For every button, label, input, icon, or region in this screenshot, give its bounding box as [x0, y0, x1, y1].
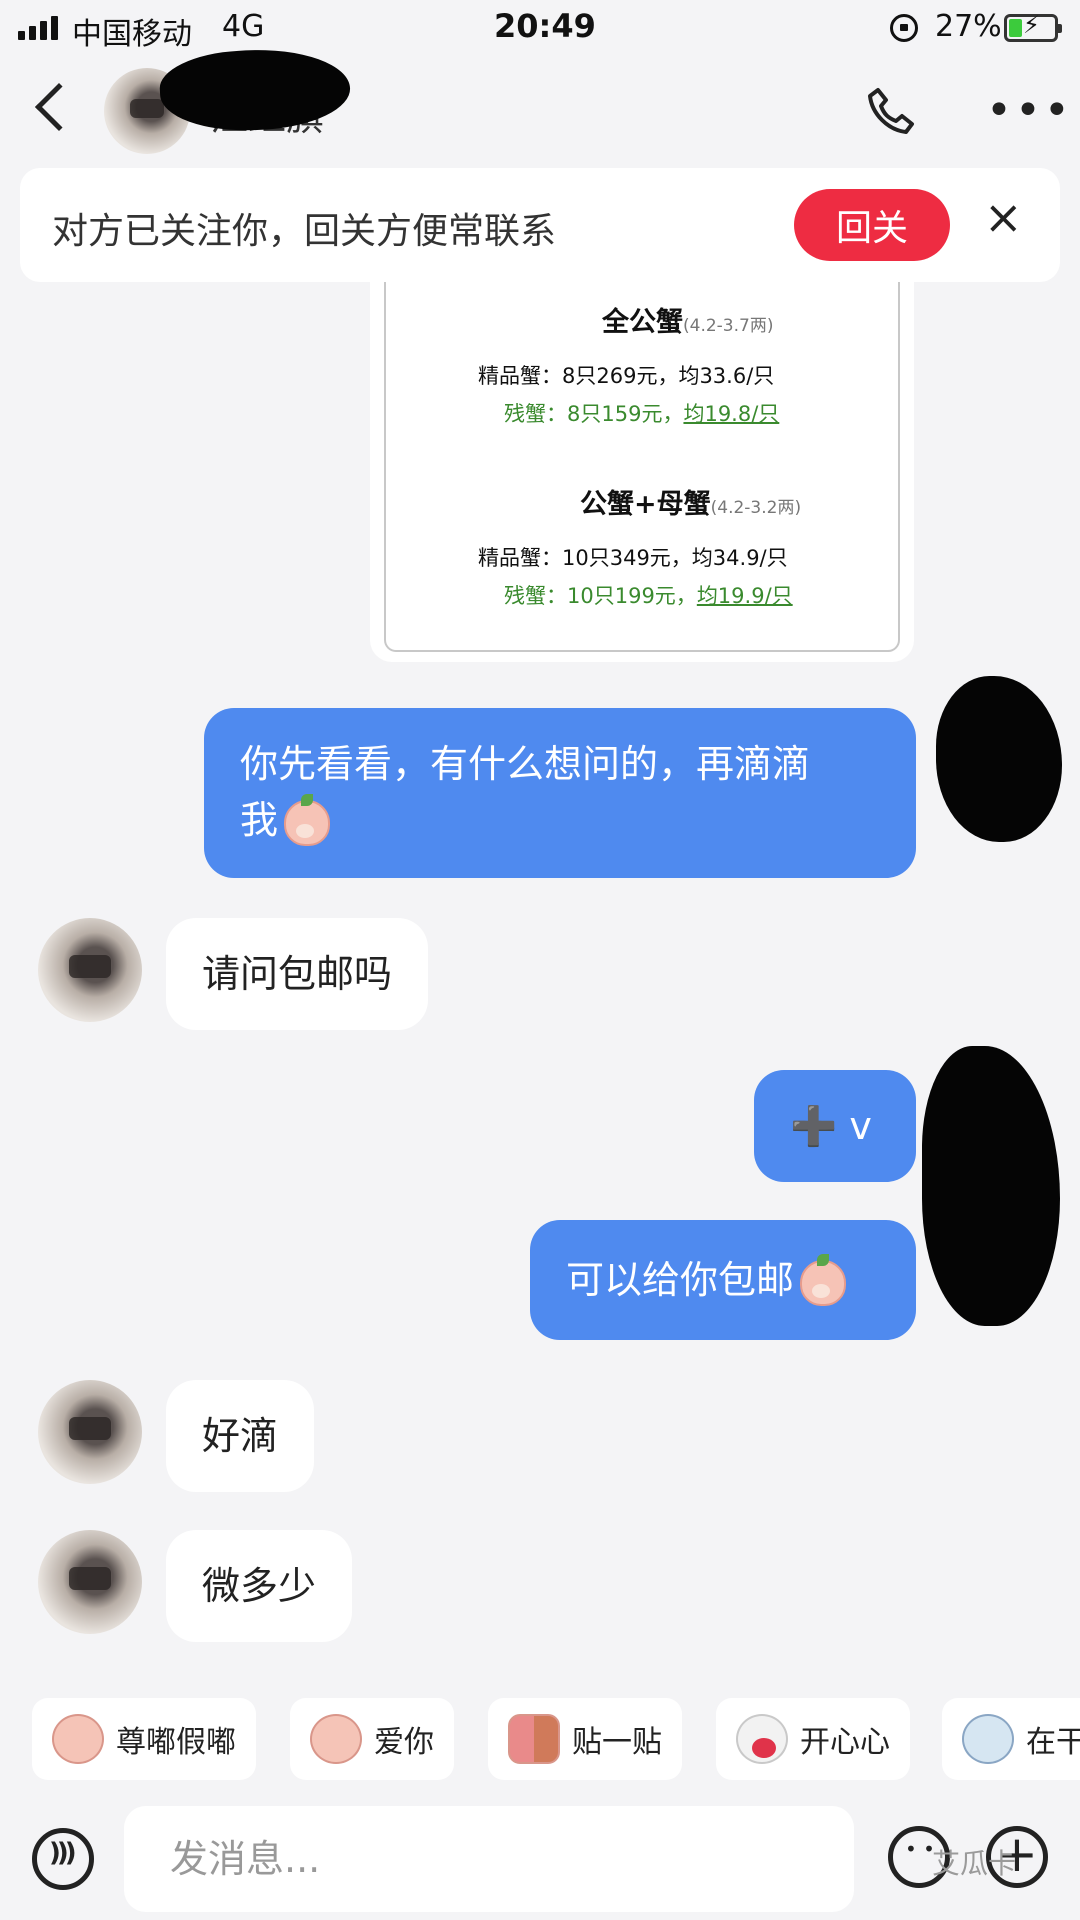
card-defect-line: 残蟹：10只199元，均19.9/只	[504, 584, 793, 608]
sticker-label: 贴一贴	[572, 1725, 662, 1760]
sticker-chip[interactable]: 爱你	[290, 1698, 454, 1780]
clock: 20:49	[494, 7, 596, 45]
sticker-chip[interactable]: 贴一贴	[488, 1698, 682, 1780]
phone-icon[interactable]	[866, 86, 916, 136]
price-card: 全公蟹(4.2-3.7两) 精品蟹：8只269元，均33.6/只 残蟹：8只15…	[384, 282, 900, 652]
heart-sticker-icon	[736, 1714, 788, 1764]
blue-sticker-icon	[962, 1714, 1014, 1764]
card-group-title: 全公蟹(4.2-3.7两)	[602, 307, 774, 338]
message-bubble-sent[interactable]: ➕ v	[754, 1070, 916, 1182]
more-icon[interactable]: •••	[986, 89, 1073, 133]
message-bubble-received[interactable]: 请问包邮吗	[166, 918, 429, 1030]
message-input[interactable]	[124, 1806, 854, 1912]
sender-avatar[interactable]	[38, 918, 142, 1022]
network-label: 4G	[222, 9, 265, 44]
message-text: 你先看看，有什么想问的，再滴滴	[240, 742, 811, 786]
follow-back-button[interactable]: 回关	[794, 189, 950, 261]
sticker-suggestions: 尊嘟假嘟 爱你 贴一贴 开心心 在干	[0, 1692, 1080, 1788]
message-bubble-sent[interactable]: 可以给你包邮	[530, 1220, 916, 1340]
message-bubble-received[interactable]: 微多少	[166, 1530, 353, 1642]
close-icon[interactable]: ×	[984, 190, 1023, 244]
hug-sticker-icon	[508, 1714, 560, 1764]
follow-banner: 对方已关注你，回关方便常联系 回关 ×	[20, 168, 1060, 282]
redaction-mark	[922, 1046, 1060, 1326]
redaction-mark	[936, 676, 1062, 842]
message-bubble-sent[interactable]: 你先看看，有什么想问的，再滴滴 我	[204, 708, 916, 878]
peach-emoji-icon	[284, 793, 331, 846]
sticker-label: 爱你	[374, 1725, 434, 1760]
message-text: 可以给你包邮	[566, 1258, 795, 1302]
banner-text: 对方已关注你，回关方便常联系	[52, 211, 557, 252]
battery-percent: 27%	[935, 9, 1002, 44]
carrier-label: 中国移动	[72, 17, 192, 52]
message-text: 我	[240, 792, 880, 848]
sticker-label: 尊嘟假嘟	[116, 1725, 236, 1760]
sticker-chip[interactable]: 在干	[942, 1698, 1080, 1780]
signal-icon	[18, 16, 58, 40]
sticker-chip[interactable]: 尊嘟假嘟	[32, 1698, 256, 1780]
card-defect-line: 残蟹：8只159元，均19.8/只	[504, 402, 780, 426]
message-bubble-received[interactable]: 好滴	[166, 1380, 315, 1492]
card-premium-line: 精品蟹：8只269元，均33.6/只	[478, 364, 775, 388]
voice-input-icon[interactable]	[32, 1828, 94, 1890]
back-icon[interactable]	[34, 82, 84, 132]
sticker-chip[interactable]: 开心心	[716, 1698, 910, 1780]
card-group-title: 公蟹+母蟹(4.2-3.2两)	[580, 489, 802, 520]
peach-face-icon	[52, 1714, 104, 1764]
message-text: 请问包邮吗	[202, 952, 393, 996]
message-text: ➕ v	[790, 1104, 872, 1148]
status-bar: 中国移动 4G 20:49 27% ⚡	[0, 0, 1080, 56]
message-text: 好滴	[202, 1414, 279, 1458]
sender-avatar[interactable]	[38, 1530, 142, 1634]
chat-header: 江红旗 •••	[0, 45, 1080, 166]
watermark: 艾瓜卡	[932, 1847, 1017, 1880]
price-card-image[interactable]: 全公蟹(4.2-3.7两) 精品蟹：8只269元，均33.6/只 残蟹：8只15…	[370, 282, 914, 662]
rotation-lock-icon	[890, 14, 918, 42]
card-premium-line: 精品蟹：10只349元，均34.9/只	[478, 546, 788, 570]
sticker-label: 在干	[1026, 1725, 1080, 1760]
peach-love-icon	[310, 1714, 362, 1764]
peach-emoji-icon	[800, 1253, 847, 1306]
input-bar: + 艾瓜卡	[0, 1800, 1080, 1920]
sticker-label: 开心心	[800, 1725, 890, 1760]
sender-avatar[interactable]	[38, 1380, 142, 1484]
message-text: 微多少	[202, 1564, 317, 1608]
charging-icon: ⚡	[1023, 11, 1040, 39]
